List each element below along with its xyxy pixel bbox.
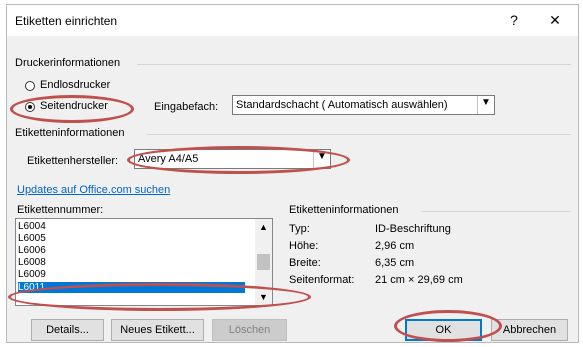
close-icon[interactable]: ✕	[544, 10, 566, 30]
cancel-button[interactable]: Abbrechen	[491, 319, 568, 341]
type-value: ID-Beschriftung	[375, 223, 451, 235]
radio-continuous-printer[interactable]	[25, 81, 35, 91]
scroll-thumb[interactable]	[257, 254, 270, 270]
help-icon[interactable]: ?	[503, 10, 525, 30]
label-number-list[interactable]: L6004 L6005 L6006 L6008 L6009 L6011 ▲ ▼	[15, 218, 273, 306]
label-setup-dialog: Etiketten einrichten ? ✕ Druckerinformat…	[6, 4, 579, 343]
radio-page-label: Seitendrucker	[40, 100, 108, 112]
list-item[interactable]: L6009	[18, 269, 245, 280]
page-size-label: Seitenformat:	[289, 274, 355, 286]
separator	[147, 134, 571, 135]
list-item[interactable]: L6006	[18, 245, 245, 256]
list-item[interactable]: L6004	[18, 221, 245, 232]
list-item-selected[interactable]: L6011	[18, 282, 245, 293]
details-button[interactable]: Details...	[31, 319, 104, 341]
separator	[421, 211, 571, 212]
width-value: 6,35 cm	[375, 257, 415, 269]
chevron-down-icon[interactable]: ▼	[259, 292, 268, 302]
chevron-down-icon[interactable]: ▼	[477, 96, 494, 114]
chevron-up-icon[interactable]: ▲	[259, 222, 268, 232]
new-label-button[interactable]: Neues Etikett...	[111, 319, 204, 341]
type-label: Typ:	[289, 223, 310, 235]
height-label: Höhe:	[289, 240, 319, 252]
separator	[137, 64, 571, 65]
label-number-heading: Etikettennummer:	[17, 204, 104, 216]
dialog-title: Etiketten einrichten	[15, 14, 118, 28]
vendor-select-value: Avery A4/A5	[138, 153, 199, 165]
list-scrollbar[interactable]: ▲ ▼	[255, 219, 272, 305]
delete-button[interactable]: Löschen	[212, 319, 287, 341]
update-link[interactable]: Updates auf Office.com suchen	[17, 184, 170, 196]
radio-page-printer[interactable]	[25, 102, 35, 112]
radio-continuous-label: Endlosdrucker	[40, 79, 111, 91]
list-item[interactable]: L6005	[18, 233, 245, 244]
tray-select-value: Standardschacht ( Automatisch auswählen)	[236, 99, 448, 111]
chevron-down-icon[interactable]: ▼	[313, 150, 330, 168]
details-heading: Etiketteninformationen	[289, 204, 399, 216]
tray-select[interactable]: Standardschacht ( Automatisch auswählen)…	[232, 95, 495, 115]
tray-label: Eingabefach:	[154, 101, 219, 113]
list-item[interactable]: L6008	[18, 257, 245, 268]
ok-button[interactable]: OK	[405, 319, 482, 341]
title-bar: Etiketten einrichten ? ✕	[7, 5, 578, 36]
printer-info-heading: Druckerinformationen	[15, 57, 121, 69]
vendor-label: Etikettenhersteller:	[27, 155, 119, 167]
height-value: 2,96 cm	[375, 240, 415, 252]
page-size-value: 21 cm × 29,69 cm	[375, 274, 463, 286]
width-label: Breite:	[289, 257, 321, 269]
label-info-heading: Etiketteninformationen	[15, 127, 125, 139]
vendor-select[interactable]: Avery A4/A5 ▼	[134, 149, 331, 169]
